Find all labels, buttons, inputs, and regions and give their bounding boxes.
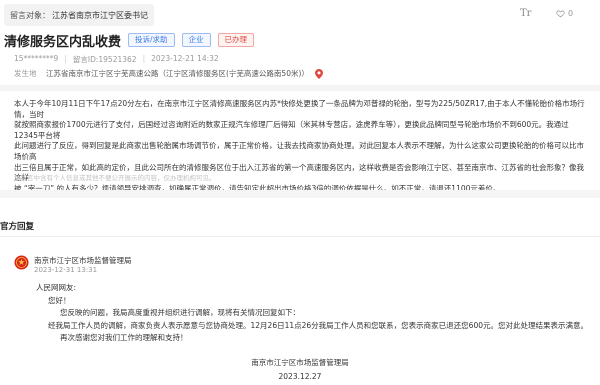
official-reply-heading: 官方回复 xyxy=(0,222,35,232)
like-button[interactable]: 0 xyxy=(556,9,573,18)
section-divider xyxy=(0,85,600,91)
content-line: 本人于今年10月11日下午17点20分左右，在南京市江宁区清修高速服务区内苏*快… xyxy=(14,99,585,119)
place-label: 发生地 xyxy=(14,69,37,78)
heart-icon xyxy=(556,10,565,18)
reply-divider-line xyxy=(0,236,600,237)
post-meta: 15********9 | 留言ID:19521362 | 2023-12-21… xyxy=(14,54,219,65)
reply-body: 人民网网友: 您好！ 您反映的问题，我局高度重视并组织进行调解，现将有关情况回复… xyxy=(36,282,596,345)
font-size-button[interactable]: Tr xyxy=(520,8,531,19)
tag-complaint[interactable]: 投诉/求助 xyxy=(128,33,175,47)
post-place: 发生地 江苏省南京市江宁区宁芜高速公路（江宁区清修服务区(宁芜高速公路南50米)… xyxy=(14,68,323,79)
reply-time: 2023-12-31 13:31 xyxy=(34,266,98,274)
section-divider xyxy=(0,190,600,198)
tag-enterprise[interactable]: 企业 xyxy=(181,33,211,47)
post-date: 2023-12-21 14:32 xyxy=(151,54,219,63)
post-author: 15********9 xyxy=(14,54,59,63)
privacy-disclaimer: 该留言中含有个人信息或其他不便公开展示的内容，仅办理机构可见。 xyxy=(14,174,216,182)
reply-department: 南京市江宁区市场监督管理局 xyxy=(34,256,132,265)
reply-sign-date: 2023.12.27 xyxy=(278,372,322,381)
reply-greeting: 人民网网友: xyxy=(36,283,77,292)
post-id: 留言ID:19521362 xyxy=(72,55,137,64)
message-target-label: 留言对象： xyxy=(10,10,50,20)
reply-hello: 您好！ xyxy=(48,295,71,305)
reply-paragraph: 经我局工作人员的调解，商家负责人表示愿意与您协商处理。12月26日11点26分我… xyxy=(48,320,588,330)
post-title-row: 清修服务区内乱收费 投诉/求助 企业 已办理 xyxy=(4,30,255,50)
content-line: 此问题进行了反应，得到回复是此商家出售轮胎属市场调节价，属于正常价格，让我去找商… xyxy=(14,141,584,161)
meta-separator: | xyxy=(64,54,67,63)
message-target-bar: 留言对象： 江苏省南京市江宁区委书记 xyxy=(0,0,600,30)
location-pin-icon[interactable] xyxy=(314,68,323,79)
like-count: 0 xyxy=(568,9,574,18)
government-emblem-icon xyxy=(14,255,29,270)
tag-status: 已办理 xyxy=(217,33,255,47)
post-title: 清修服务区内乱收费 xyxy=(4,34,122,50)
reply-paragraph: 您反映的问题，我局高度重视并组织进行调解，现将有关情况回复如下： xyxy=(60,308,300,317)
place-value: 江苏省南京市江宁区宁芜高速公路（江宁区清修服务区(宁芜高速公路南50米)） xyxy=(46,69,309,78)
message-target-value: 江苏省南京市江宁区委书记 xyxy=(52,10,148,20)
reply-sign-department: 南京市江宁区市场监督管理局 xyxy=(251,358,349,367)
message-target-pill: 留言对象： 江苏省南京市江宁区委书记 xyxy=(4,4,154,26)
meta-separator: | xyxy=(142,54,146,63)
content-line: 就按照商家报价1700元进行了支付，后国经过咨询附近的数家正规汽车修理厂后得知（… xyxy=(14,120,569,140)
reply-paragraph: 再次感谢您对我们工作的理解和支持！ xyxy=(60,333,188,342)
